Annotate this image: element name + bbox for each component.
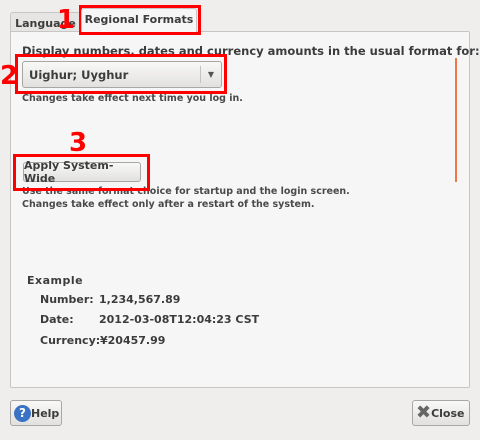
example-currency-label: Currency: (40, 334, 101, 347)
format-note: Changes take effect next time you log in… (22, 93, 243, 104)
example-currency-value: ¥20457.99 (100, 334, 166, 347)
help-icon: ? (14, 404, 31, 422)
help-button[interactable]: ? Help (10, 400, 62, 426)
example-number-value: 1,234,567.89 (99, 293, 181, 306)
help-label: Help (31, 406, 60, 420)
example-number-label: Number: (40, 293, 94, 306)
close-label: Close (431, 406, 465, 420)
scroll-indicator (455, 58, 457, 182)
example-date-label: Date: (40, 313, 74, 326)
annotation-number-1: 1 (57, 5, 76, 35)
tab-regional-formats[interactable]: Regional Formats (81, 8, 197, 32)
example-title: Example (27, 274, 84, 287)
apply-note-2: Changes take effect only after a restart… (22, 199, 315, 210)
annotation-number-2: 2 (0, 61, 19, 91)
close-icon: ✖ (416, 402, 432, 423)
annotation-box-2 (15, 54, 227, 94)
annotation-number-3: 3 (69, 128, 88, 158)
example-date-value: 2012-03-08T12:04:23 CST (99, 313, 260, 326)
close-button[interactable]: ✖ Close (412, 400, 470, 426)
annotation-box-3 (13, 154, 150, 191)
